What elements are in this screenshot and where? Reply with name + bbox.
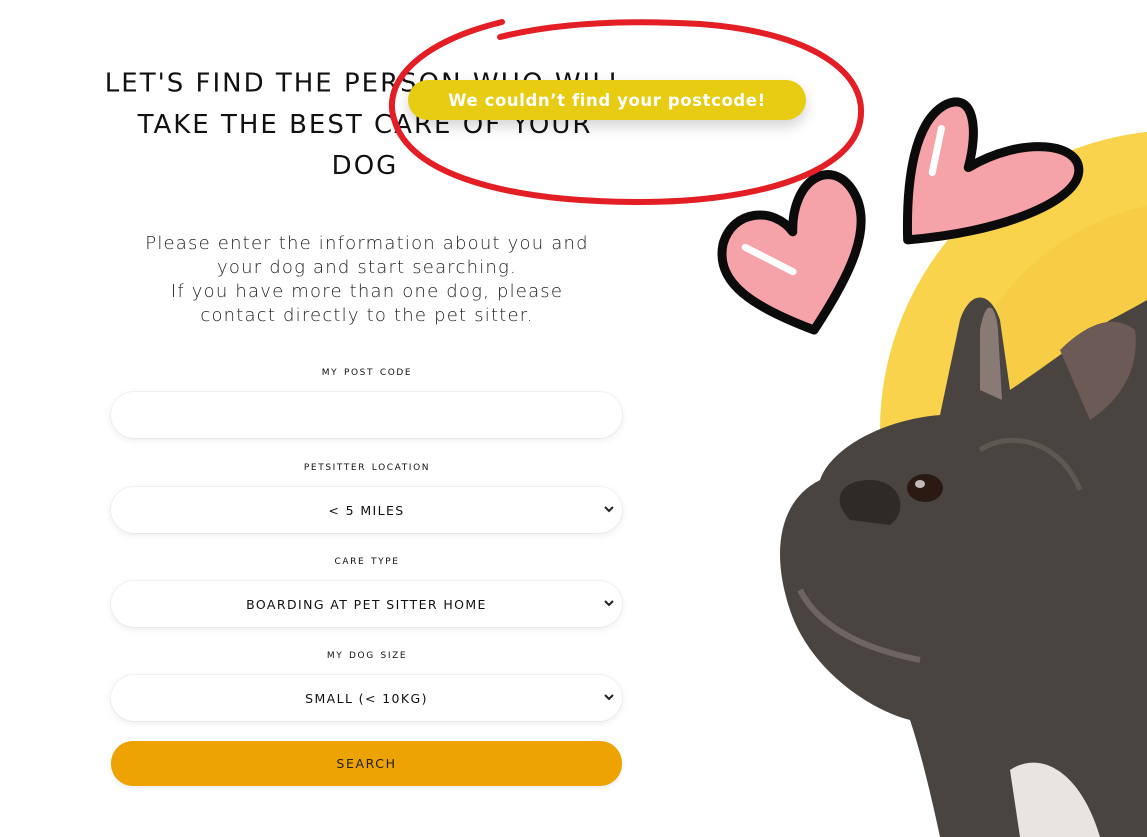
dog-size-select[interactable]: SMALL (< 10KG) bbox=[111, 675, 622, 721]
postcode-input[interactable] bbox=[111, 392, 626, 440]
chevron-down-icon bbox=[604, 694, 614, 701]
postcode-label: MY POST CODE bbox=[321, 364, 413, 379]
dog-photo bbox=[780, 297, 1147, 837]
chevron-down-icon bbox=[604, 506, 614, 513]
dog-size-label: MY DOG SIZE bbox=[326, 647, 408, 662]
care-type-select[interactable]: BOARDING AT PET SITTER HOME bbox=[111, 581, 622, 627]
hero-illustration bbox=[717, 97, 1147, 837]
care-type-select-value: BOARDING AT PET SITTER HOME bbox=[246, 596, 487, 612]
postcode-error-toast: We couldn’t find your postcode! bbox=[408, 80, 806, 120]
care-type-label: CARE TYPE bbox=[334, 553, 400, 568]
search-button[interactable]: SEARCH bbox=[111, 741, 622, 786]
postcode-field-wrapper bbox=[111, 392, 626, 440]
intro-line: your dog and start searching. bbox=[217, 257, 517, 278]
heart-icon bbox=[717, 170, 866, 335]
dog-eye bbox=[907, 474, 943, 502]
intro-line: If you have more than one dog, please bbox=[170, 281, 564, 302]
location-select-value: < 5 MILES bbox=[328, 502, 405, 518]
dog-size-select-value: SMALL (< 10KG) bbox=[305, 690, 428, 706]
intro-text: Please enter the information about you a… bbox=[100, 232, 634, 328]
chevron-down-icon bbox=[604, 600, 614, 607]
intro-line: contact directly to the pet sitter. bbox=[200, 305, 534, 326]
location-label: PETSITTER LOCATION bbox=[303, 459, 431, 474]
location-select[interactable]: < 5 MILES bbox=[111, 487, 622, 533]
intro-line: Please enter the information about you a… bbox=[145, 233, 589, 254]
